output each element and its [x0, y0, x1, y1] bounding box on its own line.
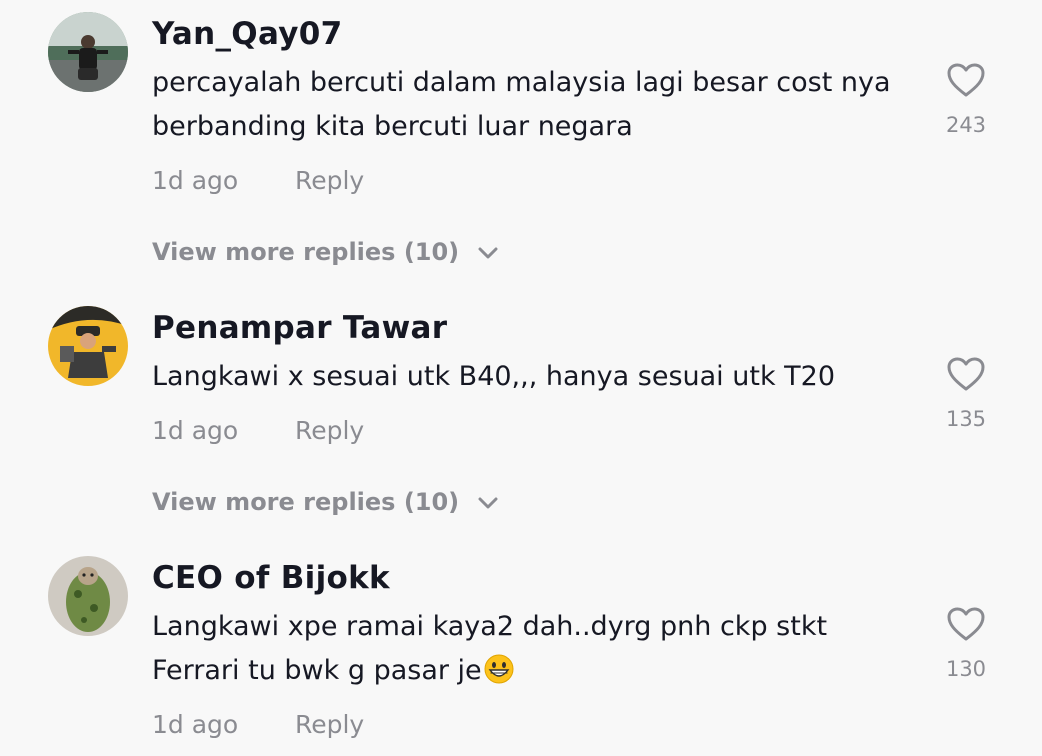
avatar-photo	[48, 556, 128, 636]
chevron-down-icon	[478, 237, 498, 265]
avatar[interactable]	[48, 556, 128, 636]
comment-text: percayalah bercuti dalam malaysia lagi b…	[152, 67, 891, 142]
comment-item: CEO of Bijokk Langkawi xpe ramai kaya2 d…	[0, 544, 1042, 756]
username[interactable]: Yan_Qay07	[152, 16, 342, 52]
timestamp: 1d ago	[152, 416, 239, 445]
comment-meta: 1d ago Reply	[152, 166, 364, 195]
view-more-replies-button[interactable]: View more replies (10)	[152, 238, 498, 266]
avatar[interactable]	[48, 12, 128, 92]
heart-outline-icon[interactable]	[946, 606, 986, 642]
comment-meta: 1d ago Reply	[152, 416, 364, 445]
reply-button[interactable]: Reply	[295, 416, 364, 445]
timestamp: 1d ago	[152, 710, 239, 739]
username[interactable]: CEO of Bijokk	[152, 560, 390, 596]
comment-item: Yan_Qay07 percayalah bercuti dalam malay…	[0, 0, 1042, 290]
avatar[interactable]	[48, 306, 128, 386]
view-more-replies-label: View more replies (10)	[152, 488, 460, 516]
reply-button[interactable]: Reply	[295, 710, 364, 739]
timestamp: 1d ago	[152, 166, 239, 195]
username[interactable]: Penampar Tawar	[152, 310, 447, 346]
like-count: 130	[945, 657, 987, 681]
comment-text: Langkawi x sesuai utk B40,,, hanya sesua…	[152, 361, 836, 392]
reply-button[interactable]: Reply	[295, 166, 364, 195]
avatar-illustration	[48, 306, 128, 386]
heart-outline-icon[interactable]	[946, 356, 986, 392]
comment-text: Langkawi xpe ramai kaya2 dah..dyrg pnh c…	[152, 605, 922, 693]
chevron-down-icon	[478, 487, 498, 515]
like-count: 243	[945, 113, 987, 137]
grinning-face-emoji	[484, 654, 514, 684]
heart-outline-icon[interactable]	[946, 62, 986, 98]
view-more-replies-label: View more replies (10)	[152, 238, 460, 266]
avatar-photo	[48, 12, 128, 92]
comments-list: Yan_Qay07 percayalah bercuti dalam malay…	[0, 0, 1042, 756]
comment-item: Penampar Tawar Langkawi x sesuai utk B40…	[0, 294, 1042, 544]
comment-meta: 1d ago Reply	[152, 710, 364, 739]
like-count: 135	[945, 407, 987, 431]
view-more-replies-button[interactable]: View more replies (10)	[152, 488, 498, 516]
